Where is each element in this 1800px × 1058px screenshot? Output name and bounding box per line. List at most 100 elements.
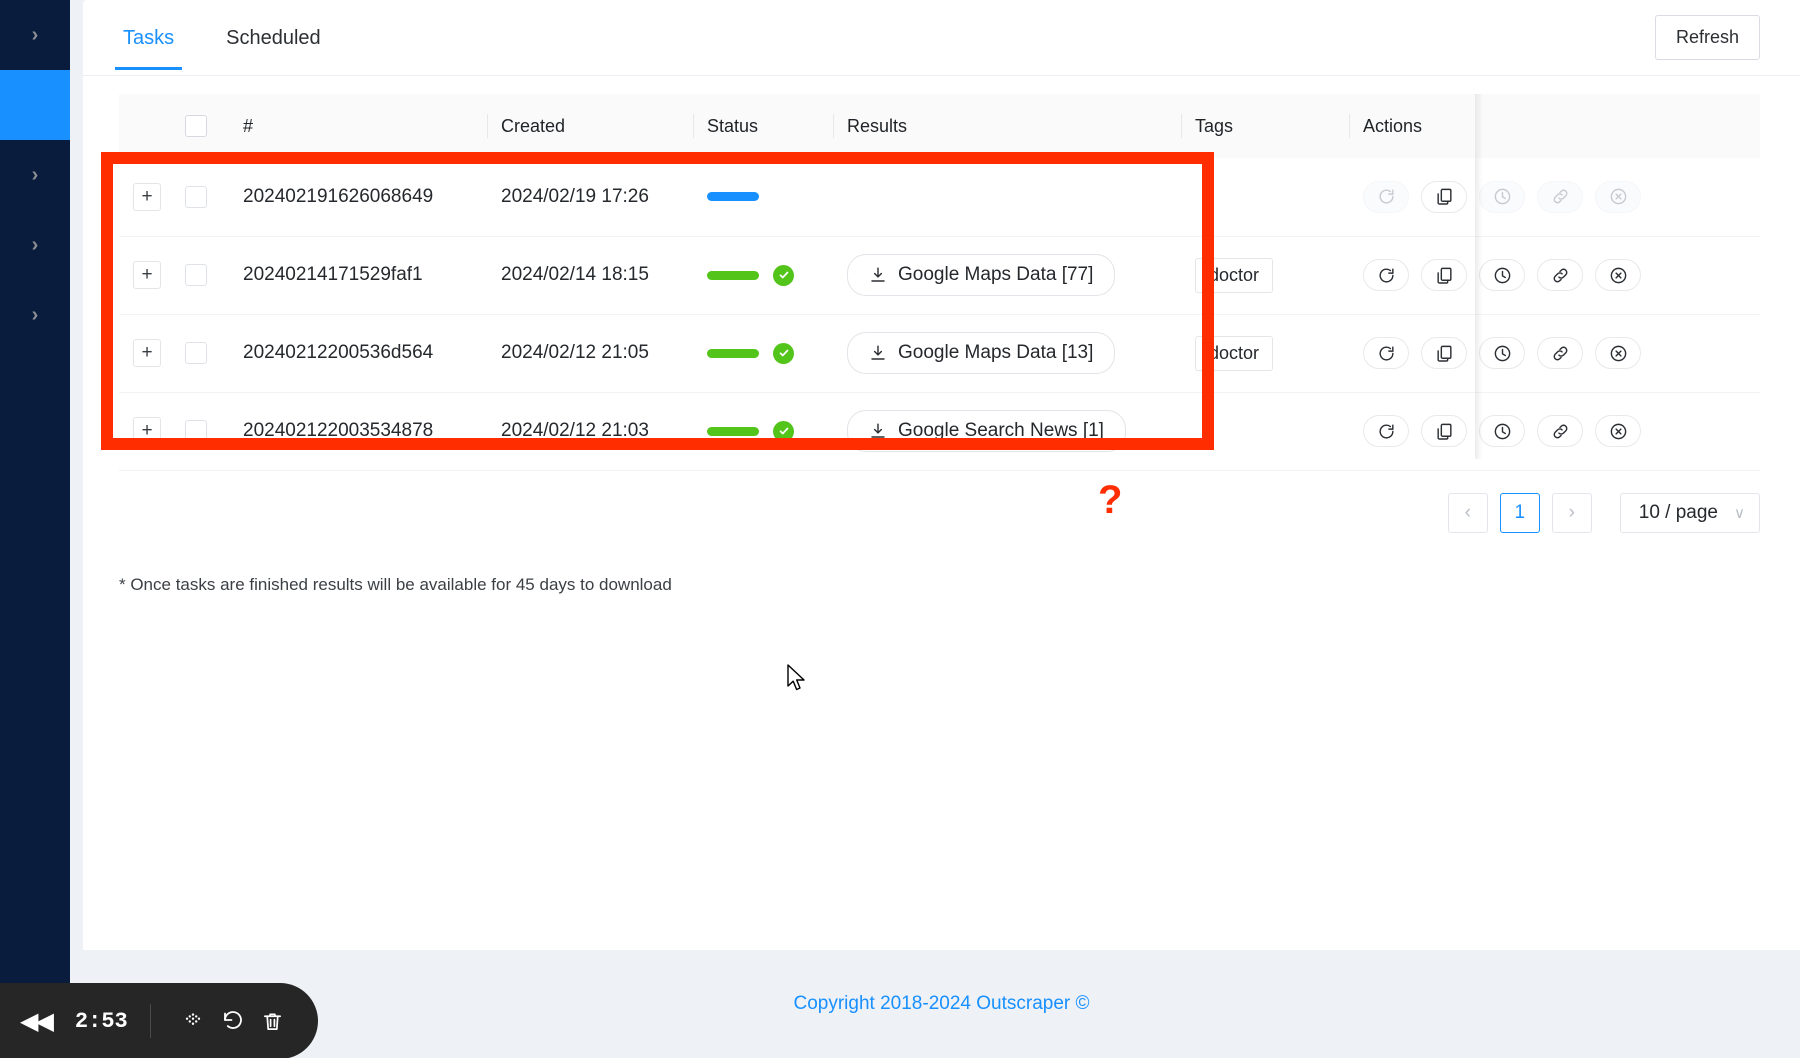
expand-row-button[interactable]: + xyxy=(133,339,161,367)
page-1-button[interactable]: 1 xyxy=(1499,492,1540,533)
row-checkbox[interactable] xyxy=(185,185,207,208)
link-icon[interactable] xyxy=(1537,337,1583,369)
chevron-right-icon: › xyxy=(31,24,39,46)
cell-actions xyxy=(1349,158,1760,237)
chevron-down-icon: ∨ xyxy=(1734,504,1745,522)
table-header-row: # Created Status Results Tags Actions xyxy=(119,94,1760,158)
cell-status xyxy=(693,236,833,315)
mouse-cursor xyxy=(787,664,805,691)
copy-icon[interactable] xyxy=(1421,180,1467,213)
cell-expand: + xyxy=(119,392,171,471)
copy-icon[interactable] xyxy=(1421,259,1467,291)
undo-icon[interactable] xyxy=(213,1009,253,1033)
status-indicator xyxy=(707,342,819,364)
row-checkbox[interactable] xyxy=(185,342,207,364)
sidebar-item-2-active[interactable] xyxy=(0,70,70,140)
results-label: Google Maps Data [13] xyxy=(898,342,1094,363)
expand-row-button[interactable]: + xyxy=(133,417,161,445)
sidebar-item-1[interactable]: › xyxy=(0,0,70,70)
dots-grid-icon[interactable] xyxy=(173,1010,213,1032)
pagination: ‹ 1 › 10 / page ∨ xyxy=(83,471,1800,533)
schedule-clock-icon[interactable] xyxy=(1479,337,1525,369)
cell-results xyxy=(833,158,1181,237)
tasks-table: # Created Status Results Tags Actions + xyxy=(119,94,1760,471)
success-check-icon xyxy=(773,420,794,442)
cell-status xyxy=(693,158,833,237)
question-mark-annotation: ? xyxy=(1098,478,1123,522)
sidebar-item-4[interactable]: › xyxy=(0,210,70,280)
link-icon[interactable] xyxy=(1537,415,1583,447)
retention-note: * Once tasks are finished results will b… xyxy=(119,574,672,594)
cell-task-id: 202402122003534878 xyxy=(229,392,487,471)
status-indicator xyxy=(707,420,819,442)
toolbar-divider xyxy=(149,1004,151,1038)
row-actions xyxy=(1363,259,1746,291)
rerun-icon[interactable] xyxy=(1363,415,1409,447)
th-actions: Actions xyxy=(1349,94,1760,158)
link-icon[interactable] xyxy=(1537,259,1583,291)
recorder-toolbar: ◀◀ 2:53 xyxy=(0,983,318,1058)
status-indicator xyxy=(707,264,819,286)
rerun-icon xyxy=(1363,180,1409,213)
tab-tasks[interactable]: Tasks xyxy=(114,27,183,70)
download-icon xyxy=(871,345,885,360)
cell-results: Google Search News [1] xyxy=(833,392,1181,471)
cell-tags xyxy=(1181,158,1349,237)
cell-task-id: 202402191626068649 xyxy=(229,158,487,237)
cancel-x-icon[interactable] xyxy=(1595,259,1641,291)
chevron-right-icon: › xyxy=(31,234,39,256)
copyright-link[interactable]: Copyright 2018-2024 Outscraper © xyxy=(794,993,1090,1015)
cell-results: Google Maps Data [13] xyxy=(833,314,1181,393)
download-results-button[interactable]: Google Maps Data [13] xyxy=(847,332,1116,374)
table-row: + 202402191626068649 2024/02/19 17:26 xyxy=(119,158,1760,237)
cell-tags: doctor xyxy=(1181,236,1349,315)
tab-scheduled[interactable]: Scheduled xyxy=(222,27,325,70)
cell-task-id: 20240214171529faf1 xyxy=(229,236,487,315)
sidebar-item-3[interactable]: › xyxy=(0,140,70,210)
row-checkbox[interactable] xyxy=(185,420,207,442)
download-results-button[interactable]: Google Search News [1] xyxy=(847,410,1126,452)
success-check-icon xyxy=(773,264,794,286)
th-select-all xyxy=(171,94,229,158)
copy-icon[interactable] xyxy=(1421,337,1467,369)
expand-row-button[interactable]: + xyxy=(133,261,161,289)
tab-bar: Tasks Scheduled Refresh xyxy=(83,0,1800,76)
cancel-x-icon[interactable] xyxy=(1595,337,1641,369)
schedule-clock-icon[interactable] xyxy=(1479,415,1525,447)
app-root: › › › › Tasks Scheduled Refresh # Create… xyxy=(0,0,1800,1058)
th-status: Status xyxy=(693,94,833,158)
cell-actions xyxy=(1349,392,1760,471)
expand-row-button[interactable]: + xyxy=(133,182,161,211)
rerun-icon[interactable] xyxy=(1363,337,1409,369)
cell-expand: + xyxy=(119,158,171,237)
row-actions xyxy=(1363,415,1746,447)
copy-icon[interactable] xyxy=(1421,415,1467,447)
page-size-select[interactable]: 10 / page ∨ xyxy=(1619,492,1760,533)
page-size-label: 10 / page xyxy=(1638,501,1719,523)
refresh-button[interactable]: Refresh xyxy=(1654,15,1760,60)
table-body: + 202402191626068649 2024/02/19 17:26 + … xyxy=(119,158,1760,471)
tag-chip[interactable]: doctor xyxy=(1195,257,1274,293)
cancel-x-icon[interactable] xyxy=(1595,415,1641,447)
schedule-clock-icon[interactable] xyxy=(1479,259,1525,291)
rerun-icon[interactable] xyxy=(1363,259,1409,291)
tag-chip[interactable]: doctor xyxy=(1195,335,1274,371)
download-icon xyxy=(871,267,885,282)
rewind-icon[interactable]: ◀◀ xyxy=(20,1007,54,1036)
cell-created: 2024/02/14 18:15 xyxy=(487,236,693,315)
table-row: + 20240214171529faf1 2024/02/14 18:15 Go… xyxy=(119,236,1760,315)
download-results-button[interactable]: Google Maps Data [77] xyxy=(847,254,1116,296)
table-row: + 202402122003534878 2024/02/12 21:03 Go… xyxy=(119,392,1760,471)
main-panel: Tasks Scheduled Refresh # Created Status… xyxy=(83,0,1800,950)
next-page-button[interactable]: › xyxy=(1551,492,1592,533)
prev-page-button[interactable]: ‹ xyxy=(1447,492,1488,533)
cell-select xyxy=(171,314,229,393)
results-label: Google Search News [1] xyxy=(898,420,1104,441)
select-all-checkbox[interactable] xyxy=(185,115,207,137)
download-icon xyxy=(871,423,885,438)
progress-bar-done xyxy=(707,270,759,280)
row-checkbox[interactable] xyxy=(185,264,207,286)
sidebar-item-5[interactable]: › xyxy=(0,280,70,350)
cell-actions xyxy=(1349,236,1760,315)
trash-icon[interactable] xyxy=(253,1010,293,1033)
